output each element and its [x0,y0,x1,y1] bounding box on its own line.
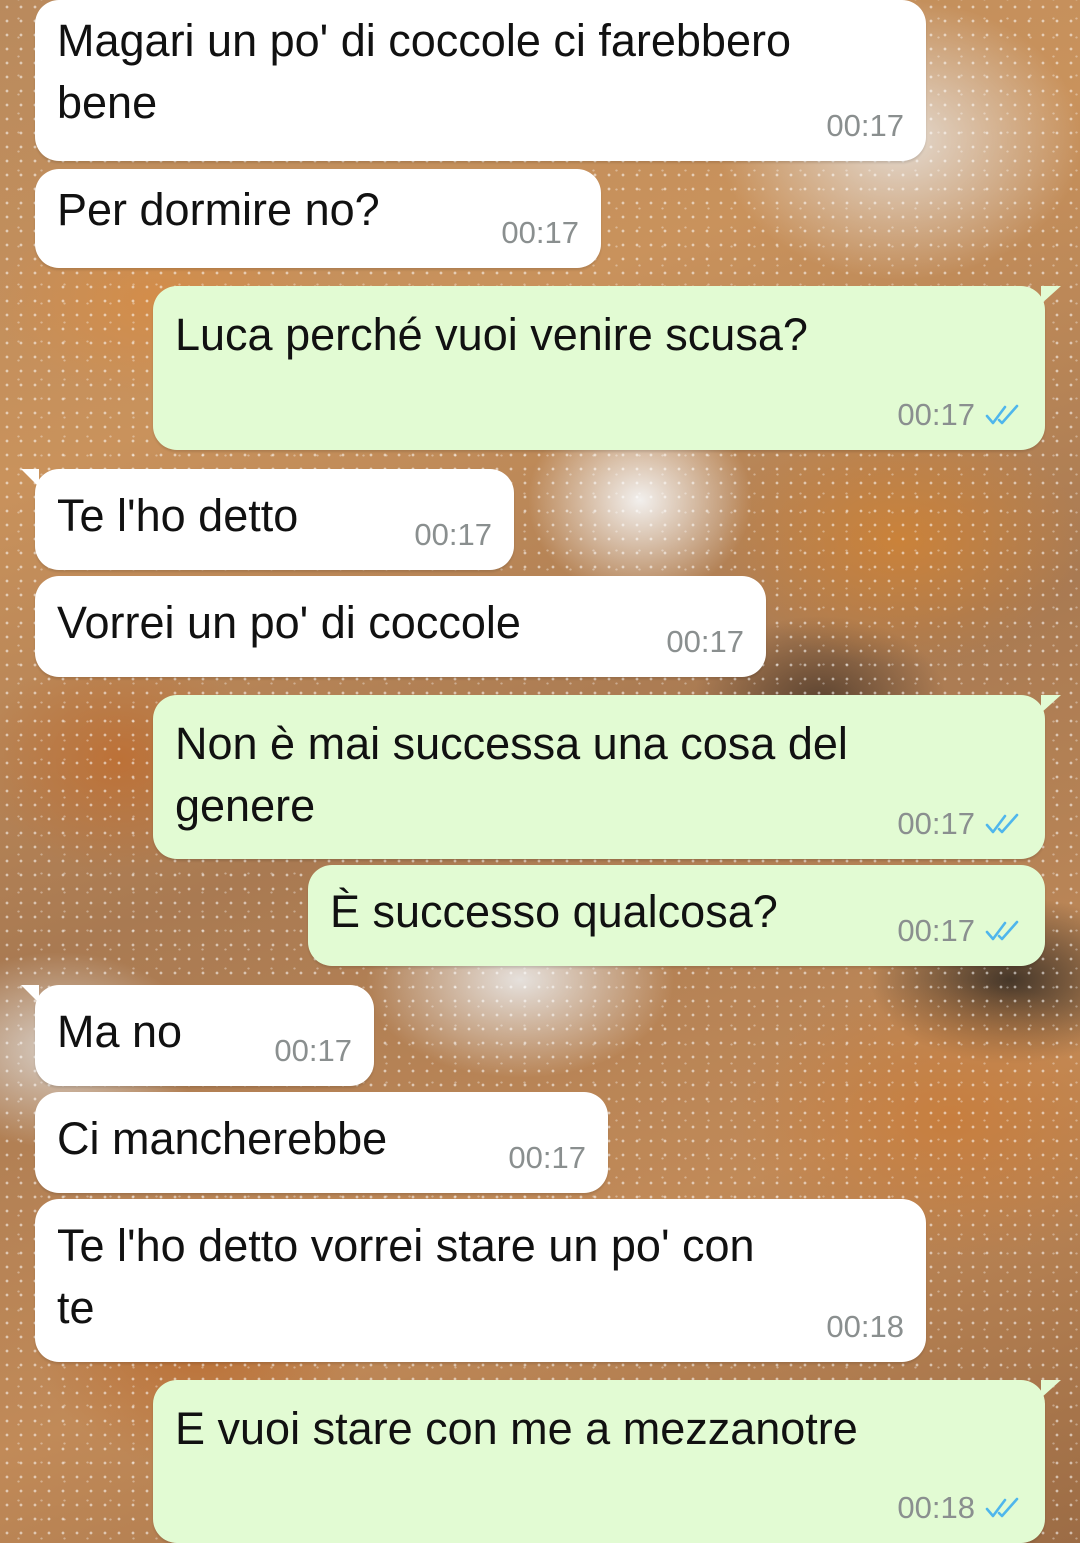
message-meta: 00:17 [274,1034,352,1068]
outgoing-message-bubble[interactable]: Non è mai successa una cosa del genere 0… [153,695,1061,859]
message-meta: 00:17 [897,398,1023,432]
incoming-message-bubble[interactable]: Magari un po' di coccole ci farebbero be… [35,0,926,161]
message-text: Per dormire no? [57,179,380,241]
message-text: Te l'ho detto [57,485,298,547]
message-timestamp: 00:17 [897,806,975,841]
message-timestamp: 00:17 [897,397,975,432]
message-meta: 00:17 [501,216,579,250]
message-text-line: È successo qualcosa? [330,886,778,937]
message-text: Ma no [57,1001,182,1063]
message-meta: 00:17 [414,518,492,552]
message-text-line: Magari un po' di coccole ci farebbero [57,15,791,66]
message-text: Non è mai successa una cosa del genere [175,713,848,837]
message-text-line: Te l'ho detto vorrei stare un po' con [57,1220,755,1271]
message-text-line: Te l'ho detto [57,490,299,541]
message-text: È successo qualcosa? [330,881,778,943]
incoming-message-bubble[interactable]: Te l'ho detto vorrei stare un po' con te… [35,1199,926,1362]
message-text-line: E vuoi stare con me a mezzanotre [175,1403,858,1454]
message-timestamp: 00:18 [826,1309,904,1344]
incoming-message-bubble[interactable]: Te l'ho detto 00:17 [21,469,514,570]
message-timestamp: 00:17 [826,108,904,143]
message-text-line: Non è mai successa una cosa del [175,718,848,769]
message-text-line: Ci mancherebbe [57,1113,388,1164]
message-timestamp: 00:17 [666,624,744,659]
message-meta: 00:17 [826,109,904,143]
message-meta: 00:18 [826,1310,904,1344]
message-text-line: Luca perché vuoi venire scusa? [175,309,808,360]
message-meta: 00:18 [897,1491,1023,1525]
incoming-message-bubble[interactable]: Ci mancherebbe 00:17 [35,1092,608,1193]
outgoing-message-bubble[interactable]: È successo qualcosa? 00:17 [308,865,1045,966]
message-text: Ci mancherebbe [57,1108,387,1170]
message-meta: 00:17 [508,1141,586,1175]
incoming-message-bubble[interactable]: Per dormire no? 00:17 [35,169,601,268]
incoming-message-bubble[interactable]: Ma no 00:17 [21,985,374,1086]
message-meta: 00:17 [666,625,744,659]
message-meta: 00:17 [897,807,1023,841]
message-text-line: Per dormire no? [57,184,380,235]
message-timestamp: 00:17 [414,517,492,552]
double-check-icon [985,920,1019,941]
message-text: Vorrei un po' di coccole [57,592,521,654]
message-text: Magari un po' di coccole ci farebbero be… [57,10,791,134]
message-timestamp: 00:18 [897,1490,975,1525]
message-text-line: Ma no [57,1006,183,1057]
message-text-line: te [57,1282,95,1333]
message-timestamp: 00:17 [274,1033,352,1068]
message-timestamp: 00:17 [501,215,579,250]
double-check-icon [985,1497,1019,1518]
message-text: Luca perché vuoi venire scusa? [175,304,808,366]
outgoing-message-bubble[interactable]: Luca perché vuoi venire scusa? 00:17 [153,286,1061,450]
message-timestamp: 00:17 [897,913,975,948]
message-text: E vuoi stare con me a mezzanotre [175,1398,858,1460]
message-text: Te l'ho detto vorrei stare un po' con te [57,1215,755,1339]
incoming-message-bubble[interactable]: Vorrei un po' di coccole 00:17 [35,576,766,677]
message-text-line: Vorrei un po' di coccole [57,597,521,648]
double-check-icon [985,404,1019,425]
double-check-icon [985,813,1019,834]
message-timestamp: 00:17 [508,1140,586,1175]
message-text-line: genere [175,780,316,831]
message-meta: 00:17 [897,914,1023,948]
outgoing-message-bubble[interactable]: E vuoi stare con me a mezzanotre 00:18 [153,1380,1061,1543]
message-text-line: bene [57,77,158,128]
